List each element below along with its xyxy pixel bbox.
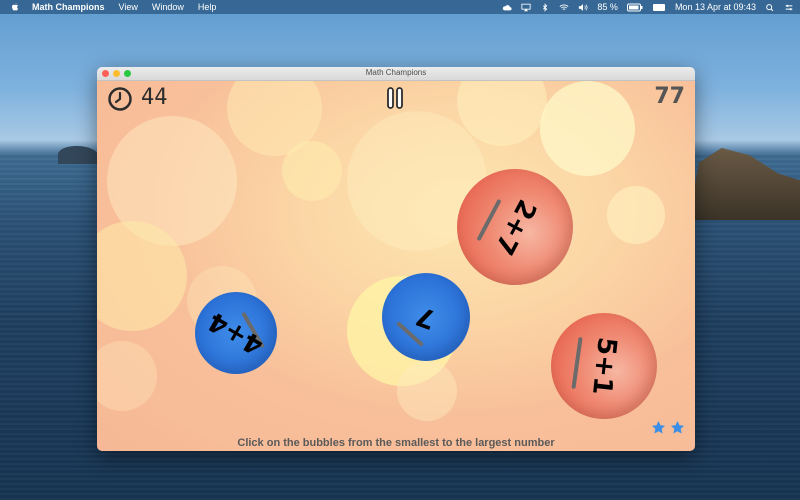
- bubble-7[interactable]: 7: [382, 273, 470, 361]
- menu-app-name[interactable]: Math Champions: [32, 2, 105, 12]
- control-center-icon[interactable]: [784, 3, 794, 12]
- bokeh-light: [540, 81, 635, 176]
- bokeh-light: [397, 361, 457, 421]
- cloud-icon[interactable]: [502, 3, 513, 12]
- game-board: 44 77 2+7 4+4 7 5+1 Click on the bubbles…: [97, 81, 695, 451]
- bokeh-light: [607, 186, 665, 244]
- menu-clock[interactable]: Mon 13 Apr at 09:43: [675, 2, 756, 12]
- bluetooth-icon[interactable]: [540, 2, 550, 12]
- wifi-icon[interactable]: [559, 3, 569, 12]
- window-title: Math Champions: [365, 68, 427, 77]
- bubble-expression: 4+4: [203, 305, 269, 361]
- bubble-expression: 7: [412, 299, 440, 335]
- menu-view[interactable]: View: [119, 2, 138, 12]
- bubble-5-plus-1[interactable]: 5+1: [551, 313, 657, 419]
- orientation-mark: [571, 336, 583, 390]
- star-icon: [670, 420, 685, 434]
- battery-percentage[interactable]: 85 %: [597, 2, 618, 12]
- menu-help[interactable]: Help: [198, 2, 217, 12]
- timer-icon: [108, 87, 132, 111]
- volume-icon[interactable]: [578, 3, 588, 12]
- input-source-icon[interactable]: [652, 3, 666, 12]
- airplay-icon[interactable]: [521, 3, 532, 12]
- bubble-4-plus-4[interactable]: 4+4: [195, 292, 277, 374]
- bubble-2-plus-7[interactable]: 2+7: [457, 169, 573, 285]
- spotlight-search-icon[interactable]: [765, 3, 775, 12]
- window-titlebar[interactable]: Math Champions: [97, 67, 695, 81]
- menu-bar: Math Champions View Window Help 85 % Mon…: [0, 0, 800, 14]
- battery-icon[interactable]: [626, 3, 643, 12]
- apple-icon[interactable]: [10, 2, 20, 12]
- pause-button[interactable]: [385, 87, 405, 109]
- bubble-expression: 5+1: [586, 335, 622, 397]
- score: 77: [654, 84, 685, 109]
- app-window: Math Champions 44 77 2+7 4+4 7 5+1 Click…: [97, 67, 695, 451]
- time-left: 44: [141, 85, 168, 110]
- menu-window[interactable]: Window: [152, 2, 184, 12]
- instruction-text: Click on the bubbles from the smallest t…: [237, 437, 555, 449]
- bokeh-light: [97, 341, 157, 411]
- bokeh-light: [282, 141, 342, 201]
- desktop-island-left: [58, 146, 98, 164]
- star-icon: [651, 420, 666, 434]
- menu-bar-status: 85 % Mon 13 Apr at 09:43: [502, 0, 794, 14]
- stars-earned: [651, 420, 685, 435]
